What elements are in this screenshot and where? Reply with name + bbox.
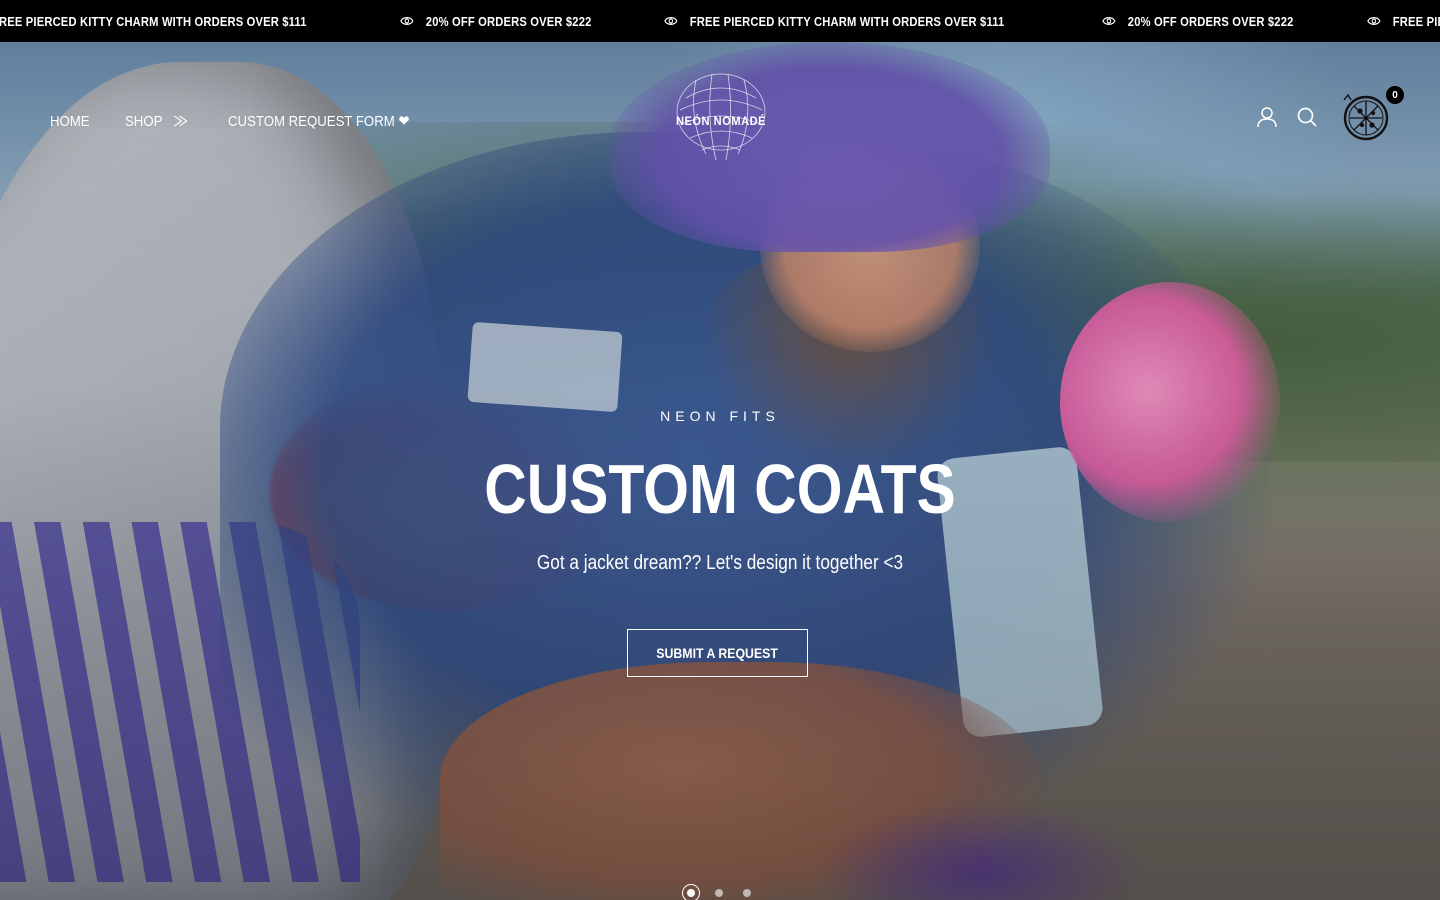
announcement-bar: FREE PIERCED KITTY CHARM WITH ORDERS OVE… xyxy=(0,0,1440,42)
header-icons: 0 xyxy=(1256,86,1404,142)
user-icon[interactable] xyxy=(1256,106,1278,128)
double-chevron-right-icon xyxy=(173,115,188,127)
hero-subtitle: Got a jacket dream?? Let's design it tog… xyxy=(536,552,904,574)
eye-icon xyxy=(664,17,678,25)
nav-shop-label: SHOP xyxy=(125,112,163,130)
site-logo[interactable]: NEÓN NOMADÉ xyxy=(666,68,776,172)
eye-icon xyxy=(1102,17,1116,25)
announcement-item: FREE PIERCED KITTY CHARM WITH ORDERS OVE… xyxy=(1367,0,1440,42)
nav-shop[interactable]: SHOP xyxy=(125,113,189,130)
hero-title: CUSTOM COATS xyxy=(484,450,956,528)
announcement-text: FREE PIERCED KITTY CHARM WITH ORDERS OVE… xyxy=(0,13,307,29)
cart-count-badge: 0 xyxy=(1386,86,1404,104)
nav-home[interactable]: HOME xyxy=(50,113,90,130)
announcement-item: 20% OFF ORDERS OVER $222 xyxy=(1102,0,1330,42)
announcement-text: FREE PIERCED KITTY CHARM WITH ORDERS OVE… xyxy=(1392,13,1440,29)
main-nav: HOME SHOP CUSTOM REQUEST FORM ❤ xyxy=(50,112,434,131)
logo-text: NEÓN NOMADÉ xyxy=(675,114,767,128)
slider-dot-3[interactable] xyxy=(738,884,756,900)
nav-custom-request-label: CUSTOM REQUEST FORM ❤ xyxy=(227,113,409,130)
eye-icon xyxy=(400,17,414,25)
hero-content: NEON FITS CUSTOM COATS Got a jacket drea… xyxy=(0,408,1440,677)
nav-custom-request[interactable]: CUSTOM REQUEST FORM ❤ xyxy=(228,112,409,130)
cart-button[interactable]: 0 xyxy=(1342,86,1404,142)
submit-request-button[interactable]: SUBMIT A REQUEST xyxy=(627,629,808,677)
slider-dots xyxy=(682,884,756,900)
announcement-item: 20% OFF ORDERS OVER $222 xyxy=(400,0,628,42)
search-icon[interactable] xyxy=(1296,106,1318,128)
slider-dot-1[interactable] xyxy=(682,884,700,900)
slider-dot-2[interactable] xyxy=(710,884,728,900)
announcement-text: 20% OFF ORDERS OVER $222 xyxy=(425,13,592,29)
submit-request-label: SUBMIT A REQUEST xyxy=(656,645,779,661)
hero-eyebrow: NEON FITS xyxy=(660,408,780,424)
cart-icon xyxy=(1343,93,1389,141)
eye-icon xyxy=(1367,17,1381,25)
announcement-item: FREE PIERCED KITTY CHARM WITH ORDERS OVE… xyxy=(664,0,1041,42)
announcement-text: FREE PIERCED KITTY CHARM WITH ORDERS OVE… xyxy=(690,13,1005,29)
announcement-item: FREE PIERCED KITTY CHARM WITH ORDERS OVE… xyxy=(0,0,343,42)
announcement-track: FREE PIERCED KITTY CHARM WITH ORDERS OVE… xyxy=(0,0,1440,42)
nav-home-label: HOME xyxy=(50,112,90,130)
site-header: HOME SHOP CUSTOM REQUEST FORM ❤ NEÓN NOM… xyxy=(0,42,1440,202)
announcement-text: 20% OFF ORDERS OVER $222 xyxy=(1128,13,1294,29)
